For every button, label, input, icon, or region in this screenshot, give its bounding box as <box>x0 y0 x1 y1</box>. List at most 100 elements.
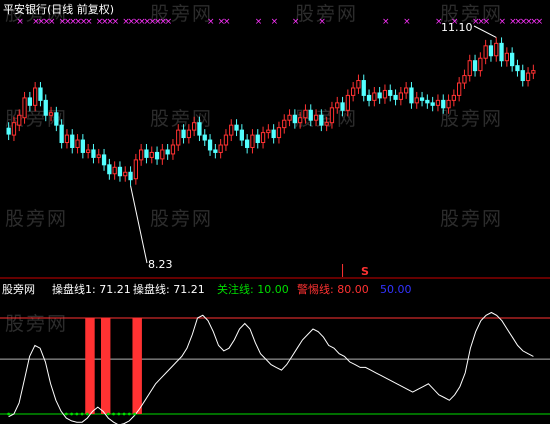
candle-up <box>75 139 80 148</box>
candle-up <box>483 45 488 59</box>
legend-site: 股旁网 <box>2 282 35 296</box>
candle-up <box>176 129 181 146</box>
marker-x: × <box>85 17 93 27</box>
marker-x: × <box>48 17 56 27</box>
candle-down <box>43 99 48 116</box>
candle-up <box>160 149 165 160</box>
legend-fifty-line: 50.00 <box>380 283 412 296</box>
candle-up <box>276 127 282 139</box>
candle-up <box>86 149 91 153</box>
candle-up <box>329 107 335 124</box>
focus-dot <box>70 412 73 416</box>
candle-up <box>287 114 292 121</box>
candle-up <box>48 112 54 116</box>
candle-down <box>510 52 515 67</box>
candle-up <box>398 92 403 100</box>
focus-dot <box>112 412 115 416</box>
candle-up <box>446 99 451 109</box>
marker-x: × <box>403 17 411 27</box>
indicator-panel <box>0 311 550 424</box>
candle-down <box>308 109 313 121</box>
signal-bar <box>132 318 142 414</box>
stock-chart: 股旁网 股旁网 股旁网 股旁网股旁网 股旁网 股旁网 股旁网股旁网 股旁网 股旁网股旁网 × ××… <box>0 2 550 424</box>
focus-dot <box>7 412 11 416</box>
candle-up <box>504 52 509 62</box>
candle-up <box>356 80 361 89</box>
candle-down <box>340 102 345 111</box>
candle-down <box>165 149 170 155</box>
candle-up <box>149 151 154 158</box>
candle-up <box>462 75 467 84</box>
candle-down <box>107 164 112 175</box>
candle-down <box>245 139 250 148</box>
signal-bar <box>100 318 111 414</box>
candle-down <box>366 94 372 101</box>
candle-down <box>202 134 207 141</box>
candle-up <box>335 102 340 109</box>
candle-up <box>11 122 17 136</box>
marker-x: × <box>483 17 491 27</box>
candle-up <box>282 119 287 129</box>
marker-x: × <box>255 17 263 27</box>
candle-up <box>451 94 456 101</box>
candle-up <box>525 72 531 82</box>
candle-up <box>345 94 350 111</box>
marker-x: × <box>536 17 544 27</box>
focus-dot <box>80 412 84 416</box>
legend-caopan: 操盘线: 71.21 <box>133 282 205 296</box>
candle-down <box>292 114 297 124</box>
marker-x: × <box>165 17 173 27</box>
candle-up <box>112 166 117 175</box>
focus-dot <box>75 412 79 416</box>
candle-up <box>64 134 70 144</box>
candle-down <box>117 166 123 177</box>
candle-up <box>324 122 329 126</box>
candle-down <box>430 102 435 106</box>
marker-x: × <box>207 17 215 27</box>
focus-dot <box>127 412 131 416</box>
candle-down <box>409 87 414 104</box>
focus-dot <box>122 412 126 416</box>
candle-down <box>128 171 133 181</box>
candle-up <box>17 114 22 126</box>
marker-x: × <box>292 17 300 27</box>
low-price-label: 8.23 <box>148 258 173 271</box>
candle-up <box>414 97 419 104</box>
candle-up <box>96 154 101 158</box>
candle-down <box>393 94 398 100</box>
candle-up <box>404 87 409 94</box>
candle-down <box>27 97 32 106</box>
watermark-text: 股旁网 <box>295 3 358 25</box>
candle-down <box>361 80 366 96</box>
legend-alert-line: 警惕线: 80.00 <box>297 282 369 296</box>
candle-up <box>382 89 388 99</box>
candle-down <box>377 92 382 99</box>
candle-up <box>250 134 255 148</box>
candle-down <box>80 139 85 153</box>
marker-x: × <box>271 17 279 27</box>
candle-up <box>303 109 308 119</box>
candle-down <box>207 139 213 151</box>
candle-down <box>6 127 11 135</box>
candle-down <box>520 70 525 82</box>
candle-down <box>419 97 425 101</box>
candle-down <box>59 124 64 144</box>
candle-down <box>38 87 43 101</box>
candle-up <box>531 70 536 74</box>
candle-up <box>123 171 128 177</box>
legend-focus-line: 关注线: 10.00 <box>217 282 289 296</box>
candle-up <box>494 42 499 57</box>
high-price-label: 11.10 <box>441 21 473 34</box>
candle-down <box>239 129 244 141</box>
candle-up <box>467 60 472 77</box>
candle-up <box>372 92 377 101</box>
candle-up <box>192 122 197 131</box>
candle-down <box>499 42 504 62</box>
sell-signal-label: S <box>361 265 369 278</box>
candle-up <box>478 57 483 72</box>
candle-up <box>298 117 303 124</box>
candle-down <box>101 154 107 166</box>
focus-dot <box>64 412 68 416</box>
watermark-text: 股旁网 <box>150 208 213 230</box>
candle-up <box>266 129 271 134</box>
